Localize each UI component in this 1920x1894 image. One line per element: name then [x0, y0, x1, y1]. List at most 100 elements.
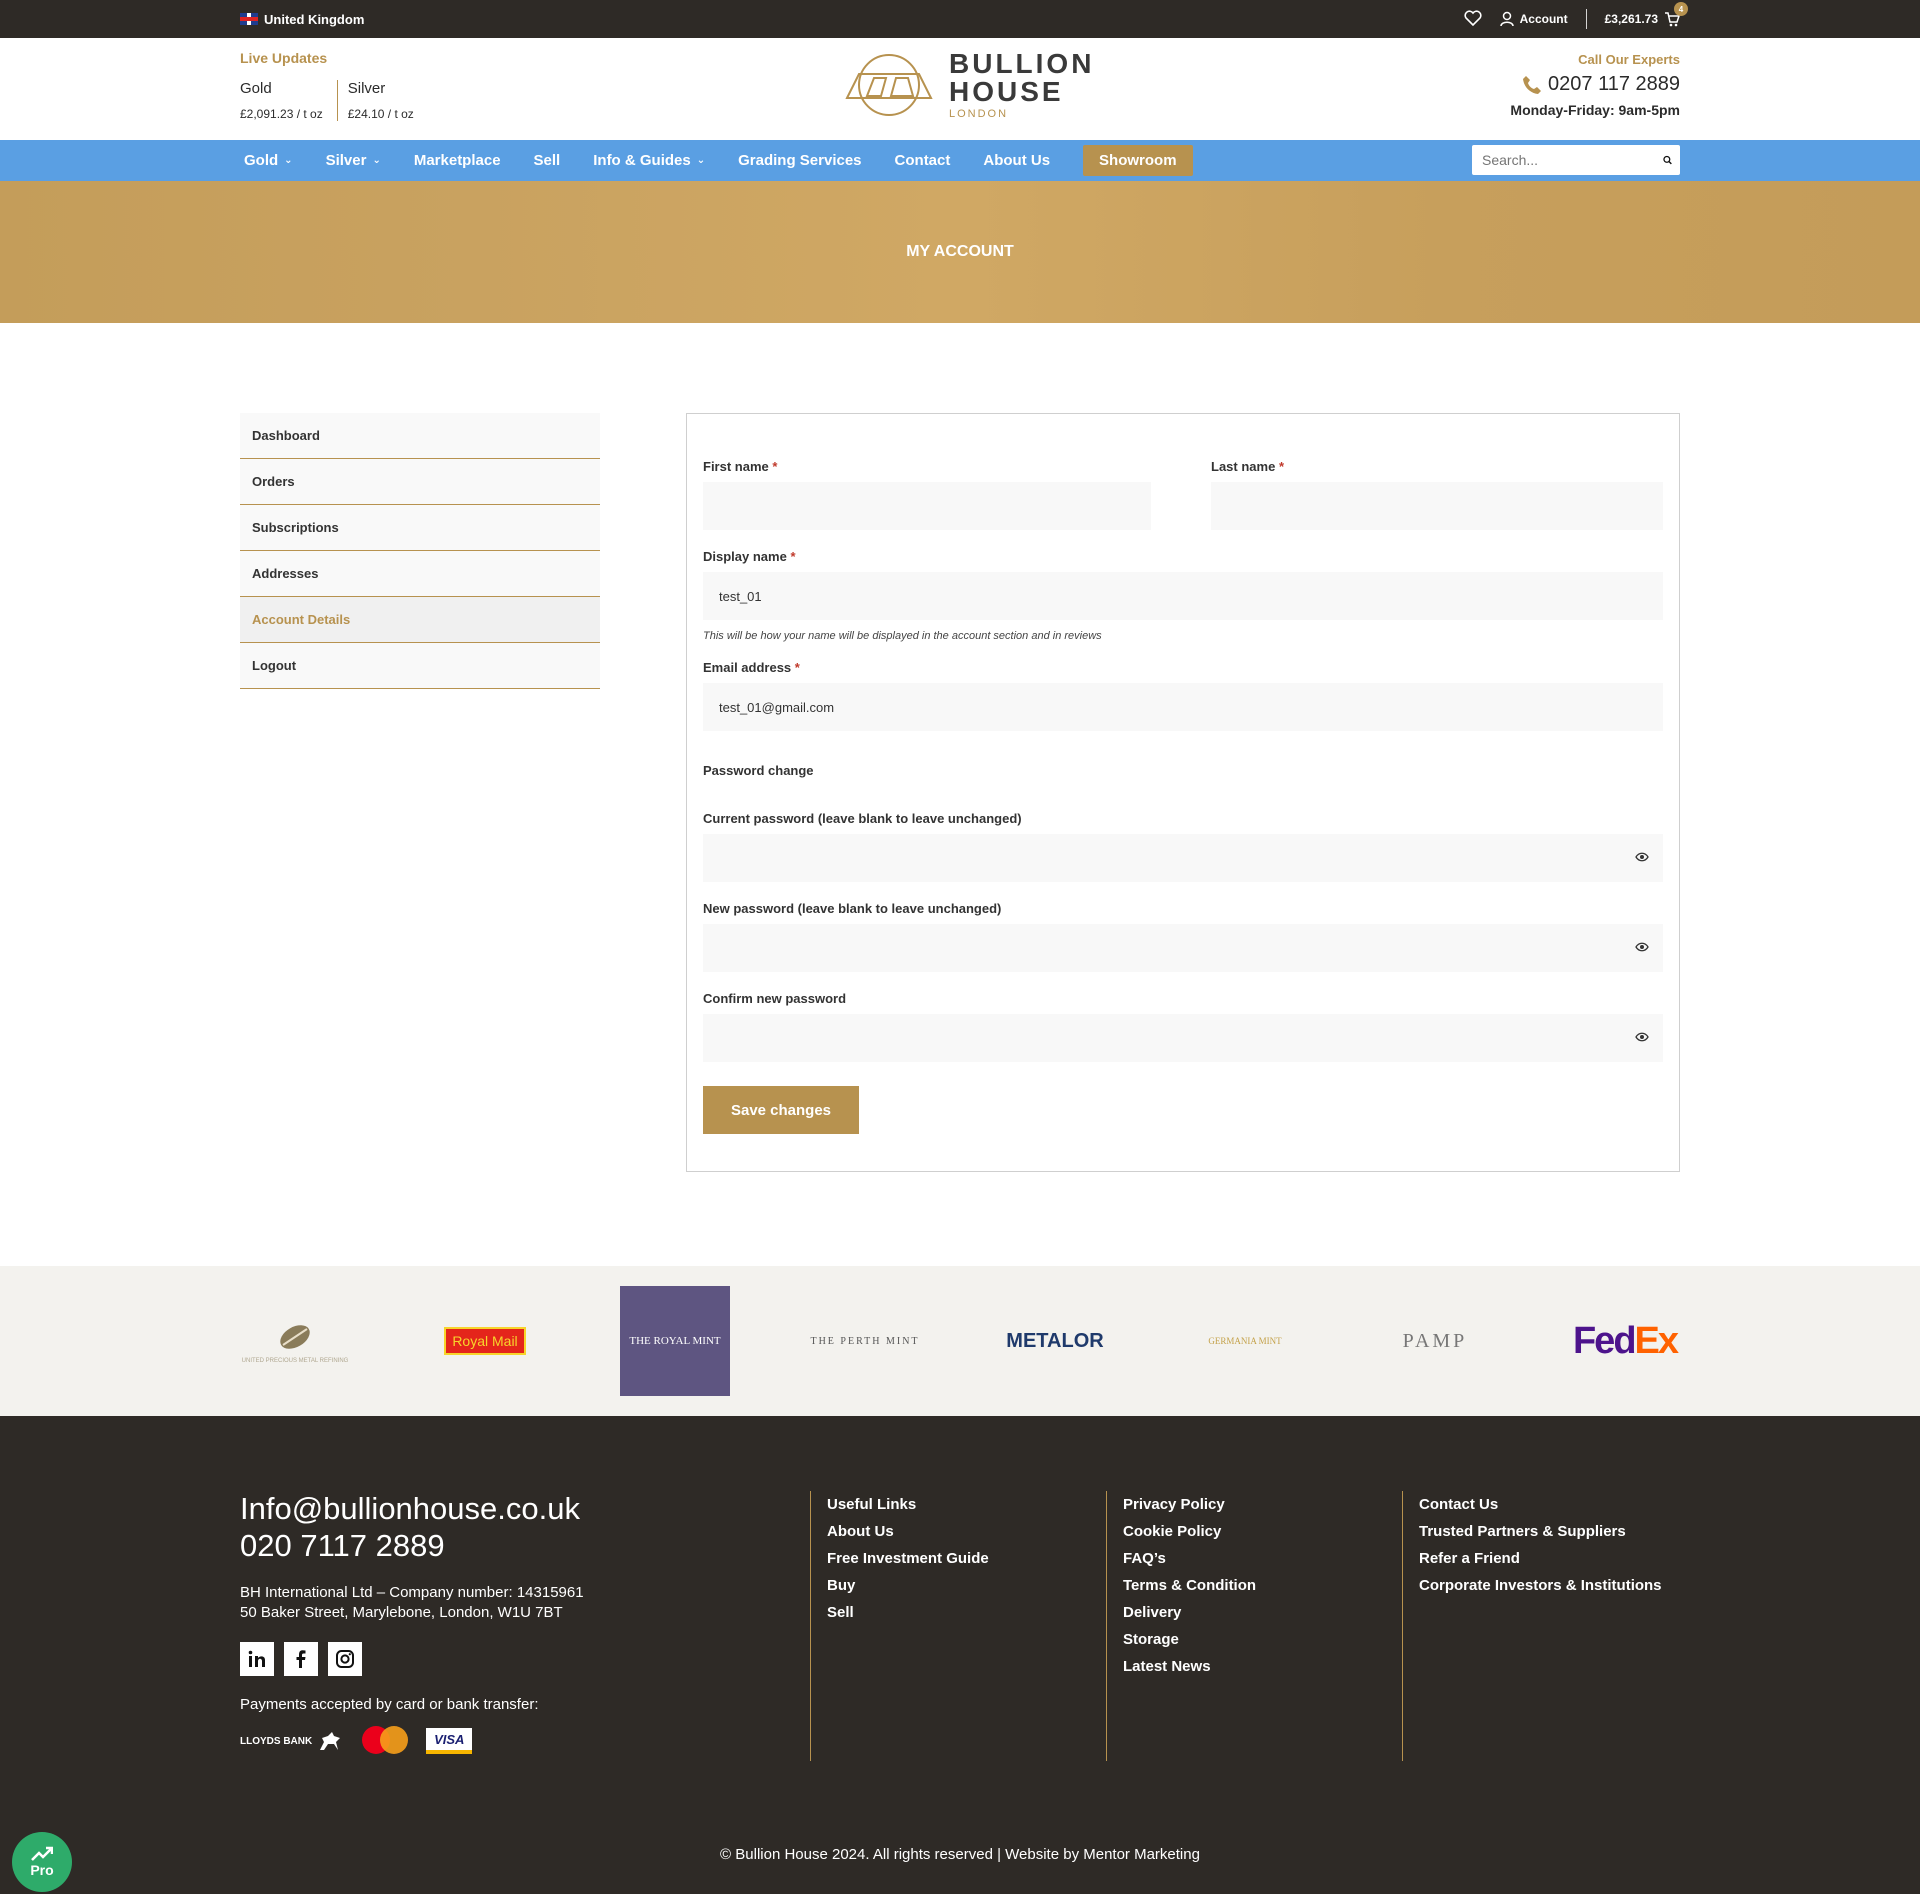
footer-link-partners[interactable]: Trusted Partners & Suppliers [1419, 1518, 1680, 1545]
footer-link-delivery[interactable]: Delivery [1123, 1599, 1386, 1626]
last-name-label: Last name * [1211, 459, 1284, 474]
sidebar-item-orders[interactable]: Orders [240, 459, 600, 505]
company-line-2: 50 Baker Street, Marylebone, London, W1U… [240, 1604, 563, 1621]
nav-silver-label: Silver [325, 152, 367, 169]
visa-logo: VISA [426, 1728, 473, 1754]
footer-link-contact[interactable]: Contact Us [1419, 1491, 1680, 1518]
new-password-field[interactable] [703, 924, 1663, 972]
chevron-down-icon: ⌄ [284, 155, 293, 166]
footer-column-contact: Contact Us Trusted Partners & Suppliers … [1402, 1491, 1680, 1761]
footer-link-corporate[interactable]: Corporate Investors & Institutions [1419, 1572, 1680, 1599]
search-icon[interactable] [1663, 153, 1672, 167]
footer-link-sell[interactable]: Sell [827, 1599, 1090, 1626]
live-updates: Live Updates Gold £2,091.23 / t oz Silve… [240, 50, 428, 121]
nav-gold[interactable]: Gold ⌄ [244, 152, 293, 169]
nav-sell[interactable]: Sell [534, 152, 561, 169]
header-phone[interactable]: 0207 117 2889 [1510, 73, 1680, 96]
main-nav: Gold ⌄ Silver ⌄ Marketplace Sell Info & Gu… [0, 140, 1920, 181]
footer-link-faqs[interactable]: FAQ’s [1123, 1545, 1386, 1572]
partner-logo-fedex: Fed Ex [1572, 1319, 1679, 1362]
save-changes-button[interactable]: Save changes [703, 1086, 859, 1134]
footer-link-investment-guide[interactable]: Free Investment Guide [827, 1545, 1090, 1572]
page-hero: MY ACCOUNT [0, 181, 1920, 323]
linkedin-icon[interactable] [240, 1642, 274, 1676]
search-input[interactable] [1482, 152, 1663, 168]
nav-info-guides[interactable]: Info & Guides ⌄ [593, 152, 705, 169]
display-name-field[interactable]: test_01 [703, 572, 1663, 620]
silver-price: £24.10 / t oz [347, 107, 414, 121]
sidebar-item-subscriptions[interactable]: Subscriptions [240, 505, 600, 551]
logo-line-1: BULLION [949, 48, 1095, 79]
sidebar-item-logout[interactable]: Logout [240, 643, 600, 689]
nav-silver[interactable]: Silver ⌄ [326, 152, 381, 169]
logo-line-2: HOUSE [949, 76, 1064, 107]
last-name-field[interactable] [1211, 482, 1663, 530]
site-logo[interactable]: BULLION HOUSE LONDON [841, 50, 1094, 120]
footer-link-buy[interactable]: Buy [827, 1572, 1090, 1599]
partner-logo-royal-mail: Royal Mail [430, 1286, 540, 1396]
email-field[interactable]: test_01@gmail.com [703, 683, 1663, 731]
partner-logo-upmr: UNITED PRECIOUS METAL REFINING [240, 1286, 350, 1396]
sidebar-item-addresses[interactable]: Addresses [240, 551, 600, 597]
live-updates-title: Live Updates [240, 50, 328, 66]
gold-price: £2,091.23 / t oz [240, 107, 323, 121]
pro-label: Pro [30, 1862, 54, 1878]
region-label: United Kingdom [264, 11, 365, 27]
account-link[interactable]: Account [1499, 11, 1568, 27]
header-contact: Call Our Experts 0207 117 2889 Monday-Fr… [1510, 52, 1680, 118]
footer-link-news[interactable]: Latest News [1123, 1653, 1386, 1680]
payments-text: Payments accepted by card or bank transf… [240, 1696, 539, 1713]
phone-number: 0207 117 2889 [1548, 73, 1680, 95]
trend-up-icon [31, 1846, 53, 1861]
silver-price-block: Silver £24.10 / t oz [336, 80, 428, 121]
footer-link-refer[interactable]: Refer a Friend [1419, 1545, 1680, 1572]
footer-link-storage[interactable]: Storage [1123, 1626, 1386, 1653]
partner-name: METALOR [1006, 1329, 1104, 1352]
password-change-heading: Password change [703, 763, 814, 778]
call-label: Call Our Experts [1578, 52, 1680, 67]
nav-marketplace[interactable]: Marketplace [414, 152, 501, 169]
footer-email[interactable]: Info@bullionhouse.co.uk [240, 1491, 580, 1527]
sidebar-item-dashboard[interactable]: Dashboard [240, 413, 600, 459]
footer-link-about[interactable]: About Us [827, 1518, 1090, 1545]
facebook-icon[interactable] [284, 1642, 318, 1676]
chevron-down-icon: ⌄ [696, 155, 706, 166]
cart-button[interactable]: £3,261.73 4 [1605, 2, 1688, 27]
partner-name: Royal Mail [444, 1327, 526, 1355]
current-password-label: Current password (leave blank to leave u… [703, 811, 1022, 826]
email-label: Email address * [703, 660, 800, 675]
eye-icon[interactable] [1635, 1032, 1649, 1042]
sidebar-item-account-details[interactable]: Account Details [240, 597, 600, 643]
partner-logo-germania-mint: GERMANIA MINT [1190, 1286, 1300, 1396]
wishlist-heart-icon[interactable] [1464, 9, 1482, 29]
confirm-password-field[interactable] [703, 1014, 1663, 1062]
display-name-hint: This will be how your name will be displ… [703, 630, 1102, 642]
footer-link-terms[interactable]: Terms & Condition [1123, 1572, 1386, 1599]
nav-about[interactable]: About Us [983, 152, 1050, 169]
partner-logo-pamp: PAMP [1380, 1286, 1490, 1396]
pro-badge-button[interactable]: Pro [12, 1832, 72, 1892]
cart-count-badge: 4 [1674, 2, 1688, 16]
eye-icon[interactable] [1635, 942, 1649, 952]
bullion-logo-icon [845, 54, 933, 116]
chevron-down-icon: ⌄ [372, 155, 381, 166]
footer-link-cookie[interactable]: Cookie Policy [1123, 1518, 1386, 1545]
region-selector[interactable]: United Kingdom [240, 12, 364, 27]
first-name-label: First name * [703, 459, 778, 474]
nav-grading-services[interactable]: Grading Services [738, 152, 861, 169]
current-password-field[interactable] [703, 834, 1663, 882]
footer-link-privacy[interactable]: Privacy Policy [1123, 1491, 1386, 1518]
nav-showroom-button[interactable]: Showroom [1083, 145, 1193, 176]
instagram-icon[interactable] [328, 1642, 362, 1676]
partner-name: PAMP [1402, 1329, 1468, 1352]
site-header: Live Updates Gold £2,091.23 / t oz Silve… [0, 38, 1920, 140]
display-name-label: Display name * [703, 549, 796, 564]
search-box [1472, 145, 1680, 175]
nav-contact[interactable]: Contact [895, 152, 951, 169]
first-name-field[interactable] [703, 482, 1151, 530]
partner-name: UNITED PRECIOUS METAL REFINING [241, 1357, 349, 1364]
nav-gold-label: Gold [244, 152, 279, 169]
footer-phone[interactable]: 020 7117 2889 [240, 1528, 445, 1564]
divider [1585, 9, 1587, 29]
eye-icon[interactable] [1635, 852, 1649, 862]
